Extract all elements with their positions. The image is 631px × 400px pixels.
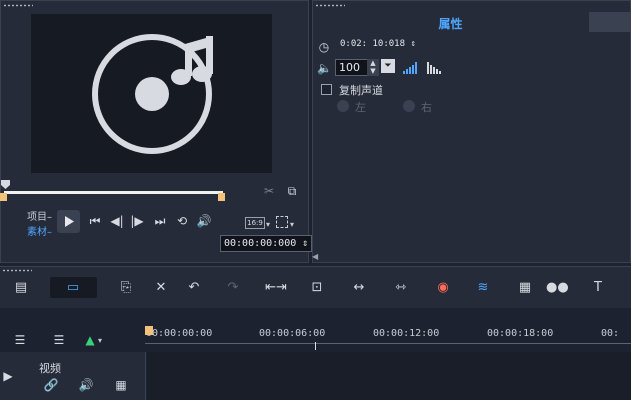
fade-in-icon[interactable] xyxy=(403,62,419,74)
scissors-icon[interactable]: ✂ xyxy=(262,184,276,198)
timeline-ruler[interactable]: 00:00:00:00 00:00:06:00 00:00:12:00 00:0… xyxy=(145,326,631,350)
go-to-end-icon[interactable]: ⏭ xyxy=(153,214,167,228)
previous-frame-icon[interactable]: ◀| xyxy=(110,214,124,228)
tools-icon[interactable]: ✕ xyxy=(150,279,172,297)
clip-mode-label[interactable]: 素材– xyxy=(27,223,52,238)
left-channel-radio[interactable] xyxy=(337,100,349,112)
duplicate-channel-label: 复制声道 xyxy=(339,84,383,97)
record-capture-icon[interactable]: ⊡ xyxy=(306,279,328,297)
play-button[interactable] xyxy=(57,210,80,233)
preview-screen xyxy=(31,14,272,173)
project-mode-label[interactable]: 项目– xyxy=(27,208,52,223)
repeat-icon[interactable]: ⟲ xyxy=(175,214,189,228)
fit-project-icon[interactable]: ⇤⇥ xyxy=(265,279,287,297)
volume-input[interactable]: 100 xyxy=(335,59,371,76)
next-frame-icon[interactable]: |▶ xyxy=(130,214,144,228)
undo-icon[interactable]: ↶ xyxy=(183,279,205,297)
chevron-down-icon[interactable]: ▾ xyxy=(98,336,102,345)
duration-field[interactable]: 0:02: 10:018 ⇕ xyxy=(337,38,419,53)
clock-icon: ◷ xyxy=(318,40,330,54)
ripple-edit-icon[interactable]: ▦ xyxy=(115,378,127,392)
properties-panel: 属性 ◷ 0:02: 10:018 ⇕ 🔈 100 ▲ ▼ ⏷ 复制声道 左 右 xyxy=(312,0,631,263)
properties-title: 属性 xyxy=(438,17,463,31)
left-channel-label: 左 xyxy=(355,101,366,114)
panel-grip[interactable] xyxy=(2,269,32,272)
scrub-bar[interactable] xyxy=(4,191,223,194)
right-channel-label: 右 xyxy=(421,101,432,114)
track-volume-icon[interactable]: 🔊 xyxy=(78,378,94,392)
motion-tracking-icon[interactable]: ◉ xyxy=(432,279,454,297)
track-manager-icon[interactable]: ☰ xyxy=(12,333,28,347)
video-track-header: ▶ 视频 🔗 🔊 ▦ xyxy=(0,352,146,400)
timecode-display[interactable]: 00:00:00:000 ⇕ xyxy=(220,235,313,252)
split-icon[interactable]: ⇿ xyxy=(390,279,412,297)
redo-icon[interactable]: ↷ xyxy=(222,279,244,297)
chevron-down-icon[interactable]: ▾ xyxy=(266,220,270,229)
ruler-label: 00:00:18:00 xyxy=(487,328,554,339)
mask-creator-icon[interactable]: ●● xyxy=(546,279,569,297)
go-to-start-icon[interactable]: ⏮ xyxy=(88,214,102,228)
ruler-baseline xyxy=(145,343,631,344)
panel-grip[interactable] xyxy=(3,4,33,7)
fade-out-icon[interactable] xyxy=(427,62,443,74)
mute-dropdown-button[interactable]: ⏷ xyxy=(381,59,395,73)
multicam-icon[interactable]: ▦ xyxy=(514,279,536,297)
collapse-arrow-icon[interactable]: ◀ xyxy=(312,252,318,261)
ruler-marker xyxy=(315,342,316,350)
video-track-body[interactable] xyxy=(147,352,631,400)
chevron-down-icon[interactable]: ▾ xyxy=(290,220,294,229)
timeline-playhead[interactable] xyxy=(145,326,153,335)
trim-end-handle[interactable] xyxy=(218,193,225,201)
duplicate-channel-checkbox[interactable] xyxy=(321,84,332,95)
ruler-label: 00:00:00:00 xyxy=(146,328,213,339)
add-marker-icon[interactable]: ▲ xyxy=(84,333,96,347)
volume-icon[interactable]: 🔊 xyxy=(196,214,212,228)
crop-icon[interactable] xyxy=(276,216,288,228)
track-name: 视频 xyxy=(39,362,61,375)
ruler-label: 00: xyxy=(601,328,620,339)
video-camera-icon: ▶ xyxy=(3,369,13,383)
copy-attributes-icon[interactable]: ⎘ xyxy=(115,279,137,297)
audio-ducking-icon[interactable]: ≋ xyxy=(472,279,494,297)
properties-tab[interactable] xyxy=(589,12,631,32)
enlarge-icon[interactable]: ⧉ xyxy=(285,184,299,198)
aspect-ratio-button[interactable]: 16:9 xyxy=(245,217,265,229)
play-icon xyxy=(65,216,74,227)
panel-grip[interactable] xyxy=(315,4,345,7)
ruler-label: 00:00:12:00 xyxy=(373,328,440,339)
speaker-icon: 🔈 xyxy=(317,61,332,75)
volume-stepper[interactable]: ▲ ▼ xyxy=(367,59,379,76)
timeline-view-icon[interactable]: ▭ xyxy=(62,279,84,297)
link-icon[interactable]: 🔗 xyxy=(43,378,59,392)
trim-start-handle[interactable] xyxy=(0,193,7,201)
ruler-label: 00:00:06:00 xyxy=(259,328,326,339)
audio-file-icon xyxy=(92,34,213,154)
trim-icon[interactable]: ↔ xyxy=(348,279,370,297)
chapter-point-icon[interactable]: ☰ xyxy=(51,333,67,347)
right-channel-radio[interactable] xyxy=(403,100,415,112)
title-icon[interactable]: T xyxy=(587,279,609,297)
storyboard-view-icon[interactable]: ▤ xyxy=(10,279,32,297)
